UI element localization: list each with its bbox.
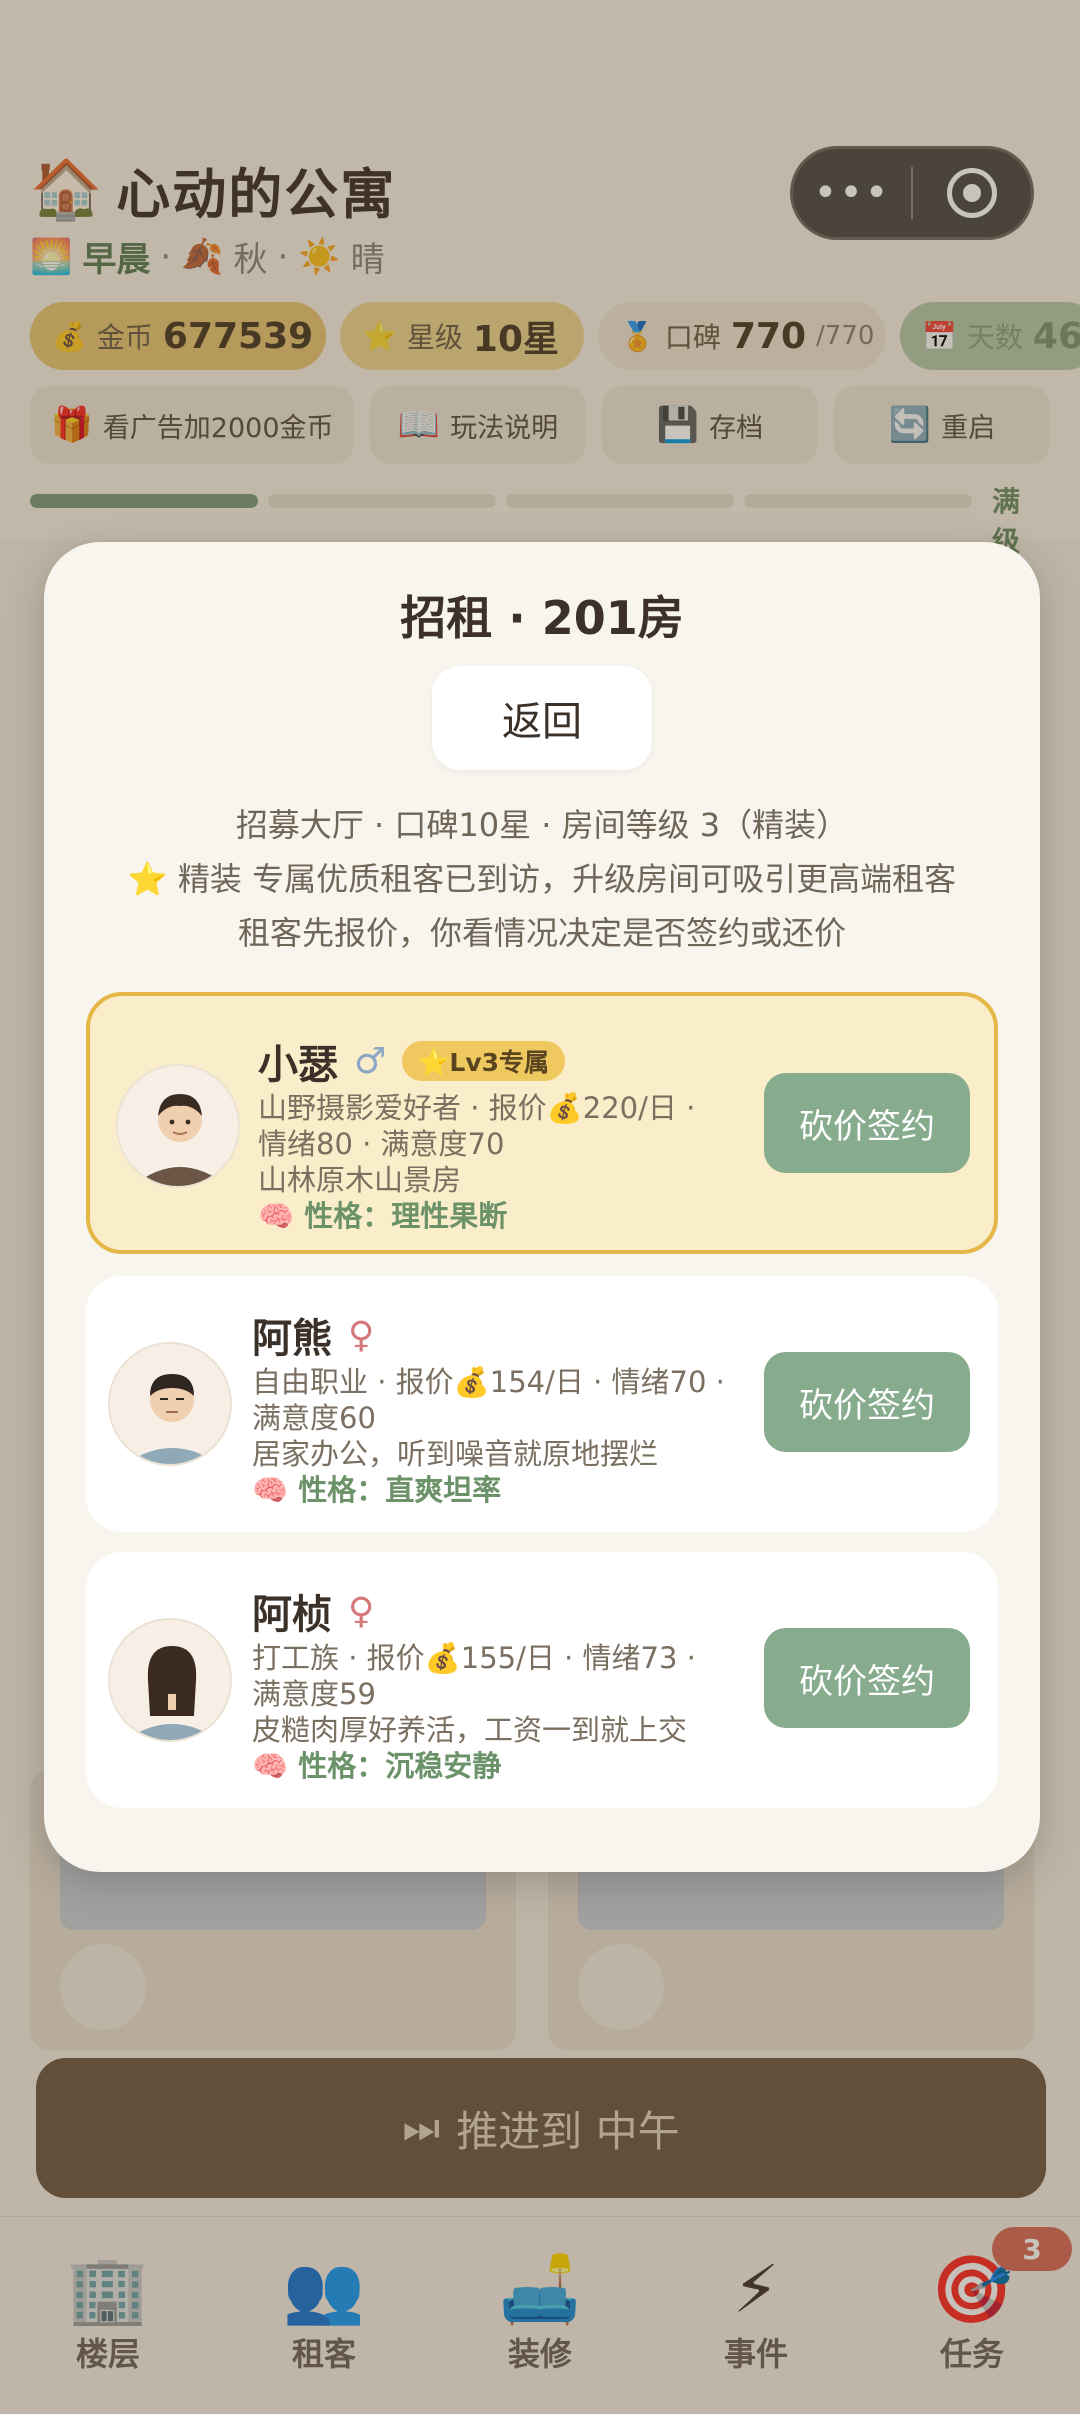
- tenant-personality: 🧠 性格：沉稳安静: [252, 1749, 502, 1783]
- tenant-avatar-illustration: [118, 1066, 238, 1186]
- dialog-info-line: ⭐ 精装 专属优质租客已到访，升级房间可吸引更高端租客: [127, 860, 957, 898]
- recruit-dialog: 招租 · 201房 返回 招募大厅 · 口碑10星 · 房间等级 3（精装） ⭐…: [44, 542, 1040, 1872]
- tenant-name: 阿熊: [252, 1316, 332, 1362]
- avatar: [108, 1342, 232, 1466]
- tenant-name: 小瑟: [258, 1042, 338, 1088]
- tenant-detail: 情绪80 · 满意度70: [258, 1127, 505, 1161]
- bargain-sign-button[interactable]: 砍价签约: [764, 1073, 970, 1173]
- tenant-detail: 满意度59: [252, 1677, 376, 1711]
- bargain-sign-button[interactable]: 砍价签约: [764, 1352, 970, 1452]
- male-icon: ♂: [354, 1040, 387, 1082]
- tenant-detail: 打工族 · 报价💰155/日 · 情绪73 ·: [252, 1641, 696, 1675]
- female-icon: ♀: [348, 1314, 375, 1356]
- tenant-detail: 满意度60: [252, 1401, 376, 1435]
- dialog-title: 招租 · 201房: [400, 591, 684, 645]
- tenant-name: 阿桢: [252, 1592, 332, 1638]
- tenant-detail: 自由职业 · 报价💰154/日 · 情绪70 ·: [252, 1365, 725, 1399]
- avatar: [108, 1618, 232, 1742]
- bargain-sign-button[interactable]: 砍价签约: [764, 1628, 970, 1728]
- tenant-card: 阿桢 ♀ 打工族 · 报价💰155/日 · 情绪73 · 满意度59 皮糙肉厚好…: [86, 1552, 998, 1808]
- tenant-detail: 山野摄影爱好者 · 报价💰220/日 ·: [258, 1091, 696, 1125]
- tenant-info: 阿桢 ♀ 打工族 · 报价💰155/日 · 情绪73 · 满意度59 皮糙肉厚好…: [252, 1582, 742, 1784]
- exclusive-level-badge: ⭐Lv3专属: [402, 1041, 566, 1081]
- female-icon: ♀: [348, 1590, 375, 1632]
- tenant-info: 阿熊 ♀ 自由职业 · 报价💰154/日 · 情绪70 · 满意度60 居家办公…: [252, 1306, 742, 1508]
- tenant-avatar-illustration: [110, 1620, 230, 1740]
- back-button[interactable]: 返回: [432, 666, 652, 770]
- dialog-info-line: 租客先报价，你看情况决定是否签约或还价: [237, 914, 846, 952]
- tenant-card: 阿熊 ♀ 自由职业 · 报价💰154/日 · 情绪70 · 满意度60 居家办公…: [86, 1276, 998, 1532]
- tenant-card: 小瑟 ♂ ⭐Lv3专属 山野摄影爱好者 · 报价💰220/日 · 情绪80 · …: [86, 992, 998, 1254]
- tenant-personality: 🧠 性格：直爽坦率: [252, 1473, 502, 1507]
- tenant-description: 皮糙肉厚好养活，工资一到就上交: [252, 1713, 688, 1747]
- tenant-description: 山林原木山景房: [258, 1163, 462, 1197]
- tenant-avatar-illustration: [110, 1344, 230, 1464]
- tenant-description: 居家办公，听到噪音就原地摆烂: [252, 1437, 659, 1471]
- avatar: [116, 1064, 240, 1188]
- tenant-personality: 🧠 性格：理性果断: [258, 1199, 508, 1233]
- dialog-info-line: 招募大厅 · 口碑10星 · 房间等级 3（精装）: [235, 806, 849, 844]
- tenant-info: 小瑟 ♂ ⭐Lv3专属 山野摄影爱好者 · 报价💰220/日 · 情绪80 · …: [258, 1032, 748, 1234]
